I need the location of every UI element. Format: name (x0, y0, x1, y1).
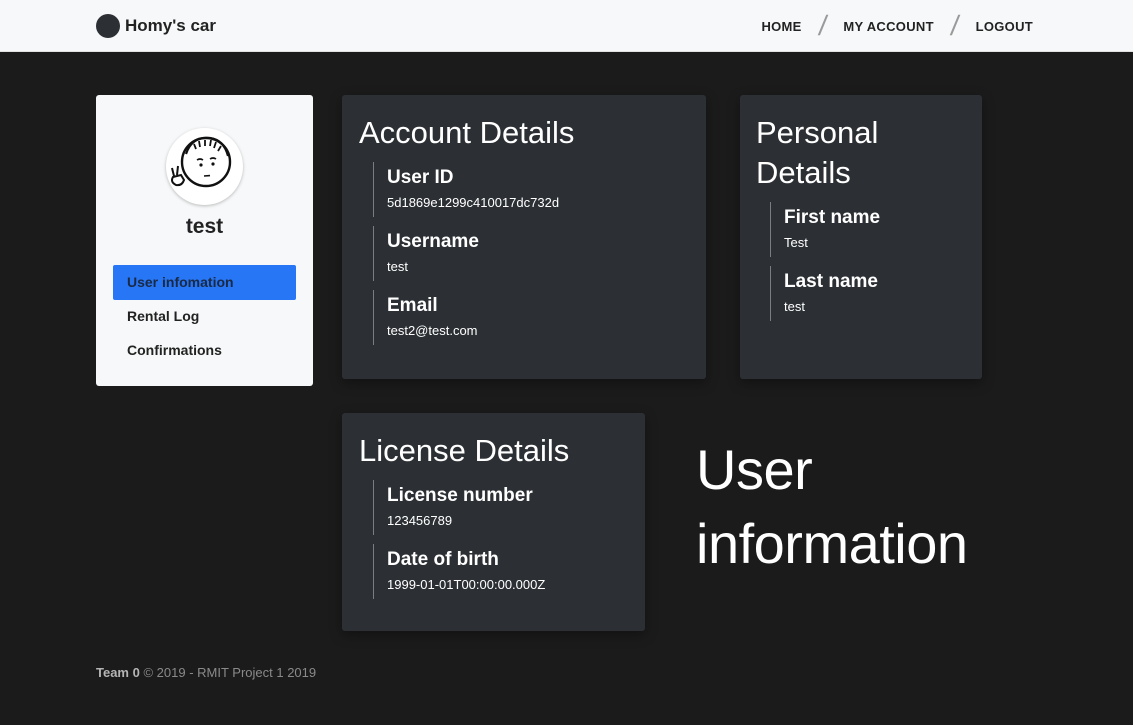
footer-team: Team 0 (96, 665, 140, 680)
nav-links: HOME / MY ACCOUNT / LOGOUT (761, 0, 1033, 52)
navbar: Homy's car HOME / MY ACCOUNT / LOGOUT (0, 0, 1133, 52)
username-field: Username test (373, 226, 689, 281)
first-name-field: First name Test (770, 202, 966, 257)
sidebar-menu: User infomation Rental Log Confirmations (113, 265, 296, 367)
field-label: License number (387, 485, 533, 506)
personal-details-title-line1: Personal (756, 115, 879, 150)
license-details-title: License Details (359, 433, 570, 468)
brand-logo-icon (96, 14, 120, 38)
field-value: test2@test.com (387, 323, 478, 338)
field-label: Last name (784, 271, 878, 292)
date-of-birth-field: Date of birth 1999-01-01T00:00:00.000Z (373, 544, 628, 599)
profile-username: test (185, 215, 224, 238)
license-number-field: License number 123456789 (373, 480, 628, 535)
personal-details-title: Personal Details (756, 113, 966, 193)
personal-details-title-line2: Details (756, 155, 851, 190)
page-heading-line1: User (696, 438, 813, 501)
field-value: 123456789 (387, 513, 453, 528)
email-field: Email test2@test.com (373, 290, 689, 345)
field-label: Username (387, 231, 479, 252)
sidebar-item-confirmations[interactable]: Confirmations (113, 333, 296, 368)
nav-logout-link[interactable]: LOGOUT (976, 19, 1033, 34)
field-value: 1999-01-01T00:00:00.000Z (387, 577, 546, 592)
brand-link[interactable]: Homy's car (96, 14, 216, 38)
sidebar-item-rental-log[interactable]: Rental Log (113, 299, 296, 334)
field-label: Email (387, 295, 438, 316)
page-heading-line2: information (696, 512, 968, 575)
field-value: test (784, 299, 805, 314)
field-label: First name (784, 207, 881, 228)
last-name-field: Last name test (770, 266, 966, 321)
user-id-field: User ID 5d1869e1299c410017dc732d (373, 162, 689, 217)
nav-home-link[interactable]: HOME (761, 19, 801, 34)
nav-separator: / (948, 10, 961, 41)
nav-separator: / (816, 10, 829, 41)
field-value: Test (784, 235, 808, 250)
nav-my-account-link[interactable]: MY ACCOUNT (843, 19, 933, 34)
field-value: test (387, 259, 408, 274)
footer: Team 0 © 2019 - RMIT Project 1 2019 (96, 665, 316, 680)
page-heading: User information (696, 433, 968, 581)
footer-copyright: © 2019 - RMIT Project 1 2019 (143, 665, 317, 680)
license-details-card: License Details License number 123456789… (342, 413, 645, 631)
avatar (166, 128, 243, 205)
user-avatar-icon (171, 136, 232, 188)
account-details-card: Account Details User ID 5d1869e1299c4100… (342, 95, 706, 379)
account-details-title: Account Details (359, 115, 575, 150)
sidebar-item-user-information[interactable]: User infomation (113, 265, 296, 300)
brand-name: Homy's car (125, 16, 216, 35)
field-label: Date of birth (387, 549, 499, 570)
field-label: User ID (387, 167, 454, 188)
profile-sidebar: test User infomation Rental Log Confirma… (96, 95, 313, 386)
personal-details-card: Personal Details First name Test Last na… (740, 95, 982, 379)
field-value: 5d1869e1299c410017dc732d (387, 195, 560, 210)
